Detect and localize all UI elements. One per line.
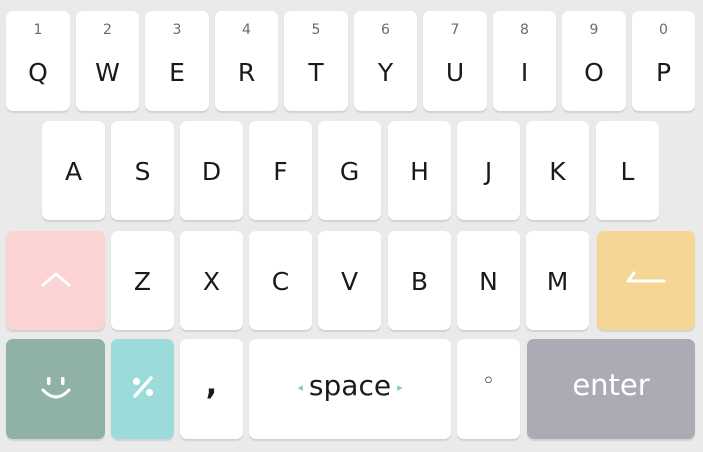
key-v[interactable]: V bbox=[318, 231, 381, 330]
key-label: Z bbox=[133, 267, 152, 296]
chevron-up-icon bbox=[40, 269, 72, 293]
key-f[interactable]: F bbox=[249, 121, 312, 220]
key-hint: 5 bbox=[311, 22, 321, 38]
key-x[interactable]: X bbox=[180, 231, 243, 330]
key-label: U bbox=[445, 58, 465, 87]
key-k[interactable]: K bbox=[526, 121, 589, 220]
comma-label: , bbox=[205, 367, 218, 402]
key-label: I bbox=[520, 58, 529, 87]
key-q[interactable]: 1Q bbox=[6, 11, 70, 111]
percent-icon bbox=[129, 373, 157, 405]
key-label: M bbox=[546, 267, 569, 296]
enter-label: enter bbox=[572, 368, 650, 402]
key-label: Y bbox=[377, 58, 394, 87]
key-h[interactable]: H bbox=[388, 121, 451, 220]
caret-right-icon: ▸ bbox=[397, 380, 403, 394]
period-key[interactable]: ◦ bbox=[457, 339, 520, 439]
space-label: space bbox=[308, 369, 392, 402]
key-hint: 0 bbox=[659, 22, 668, 38]
key-hint: 9 bbox=[589, 22, 599, 38]
key-p[interactable]: 0P bbox=[632, 11, 695, 111]
key-e[interactable]: 3E bbox=[145, 11, 209, 111]
key-label: V bbox=[340, 267, 359, 296]
key-d[interactable]: D bbox=[180, 121, 243, 220]
key-u[interactable]: 7U bbox=[423, 11, 487, 111]
key-label: D bbox=[201, 157, 222, 186]
key-l[interactable]: L bbox=[596, 121, 659, 220]
key-z[interactable]: Z bbox=[111, 231, 174, 330]
symbols-key[interactable] bbox=[111, 339, 174, 439]
comma-key[interactable]: , bbox=[180, 339, 243, 439]
key-s[interactable]: S bbox=[111, 121, 174, 220]
key-label: F bbox=[273, 157, 288, 186]
key-m[interactable]: M bbox=[526, 231, 589, 330]
key-r[interactable]: 4R bbox=[215, 11, 278, 111]
key-g[interactable]: G bbox=[318, 121, 381, 220]
key-hint: 6 bbox=[381, 22, 390, 38]
space-label-group: ◂ space ▸ bbox=[249, 369, 451, 402]
space-key[interactable]: ◂ space ▸ bbox=[249, 339, 451, 439]
key-label: Q bbox=[28, 58, 48, 87]
key-label: E bbox=[169, 58, 185, 87]
key-hint: 3 bbox=[172, 22, 182, 38]
key-label: R bbox=[237, 58, 256, 87]
key-hint: 4 bbox=[242, 22, 251, 38]
key-b[interactable]: B bbox=[388, 231, 451, 330]
shift-key[interactable] bbox=[6, 231, 105, 330]
key-label: K bbox=[549, 157, 566, 186]
key-y[interactable]: 6Y bbox=[354, 11, 417, 111]
key-n[interactable]: N bbox=[457, 231, 520, 330]
backspace-icon bbox=[625, 268, 667, 294]
key-label: O bbox=[584, 58, 604, 87]
key-label: J bbox=[484, 157, 493, 186]
key-label: H bbox=[410, 157, 429, 186]
key-hint: 8 bbox=[520, 22, 529, 38]
key-w[interactable]: 2W bbox=[76, 11, 139, 111]
key-label: P bbox=[655, 58, 672, 87]
enter-key[interactable]: enter bbox=[527, 339, 695, 439]
key-o[interactable]: 9O bbox=[562, 11, 626, 111]
key-i[interactable]: 8I bbox=[493, 11, 556, 111]
caret-left-icon: ◂ bbox=[297, 380, 303, 394]
smiley-icon bbox=[39, 372, 73, 406]
key-label: A bbox=[64, 157, 83, 186]
key-hint: 1 bbox=[33, 22, 43, 38]
key-j[interactable]: J bbox=[457, 121, 520, 220]
key-label: X bbox=[202, 267, 221, 296]
key-c[interactable]: C bbox=[249, 231, 312, 330]
emoji-key[interactable] bbox=[6, 339, 105, 439]
key-label: T bbox=[308, 58, 324, 87]
key-label: G bbox=[339, 157, 360, 186]
key-a[interactable]: A bbox=[42, 121, 105, 220]
backspace-key[interactable] bbox=[597, 231, 695, 330]
key-t[interactable]: 5T bbox=[284, 11, 348, 111]
period-label: ◦ bbox=[482, 369, 495, 394]
key-label: N bbox=[479, 267, 498, 296]
key-hint: 7 bbox=[450, 22, 460, 38]
key-label: B bbox=[410, 267, 429, 296]
key-label: W bbox=[95, 58, 120, 87]
key-label: L bbox=[620, 157, 635, 186]
key-label: C bbox=[271, 267, 290, 296]
key-hint: 2 bbox=[103, 22, 112, 38]
key-label: S bbox=[134, 157, 151, 186]
